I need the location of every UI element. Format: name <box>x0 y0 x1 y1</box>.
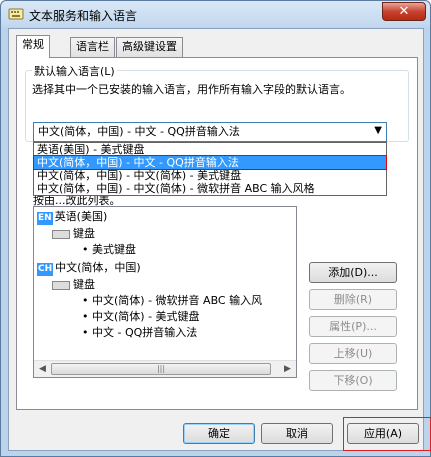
dropdown-option[interactable]: 英语(美国) - 美式键盘 <box>34 143 386 156</box>
highlight-box <box>343 417 431 451</box>
tree-node-label: 中文 - QQ拼音输入法 <box>92 326 198 339</box>
dropdown-option[interactable]: 中文(简体，中国) - 中文(简体) - 微软拼音 ABC 输入风格 <box>34 182 386 195</box>
tab-general[interactable]: 常规 <box>16 35 50 58</box>
tree-bullet: • <box>82 243 92 256</box>
properties-button[interactable]: 属性(P)... <box>309 316 397 337</box>
scroll-left-icon[interactable]: ◀ <box>34 361 51 377</box>
tree-bullet: • <box>82 310 92 323</box>
tab-label: 语言栏 <box>76 40 109 53</box>
installed-services-tree[interactable]: EN 英语(美国) 键盘 • 美式键盘 CH 中文(简体，中国) 键盘 • 中文(简… <box>33 206 297 378</box>
remove-button[interactable]: 删除(R) <box>309 289 397 310</box>
tree-bullet: • <box>82 294 92 307</box>
default-language-label: 默认输入语言(L) <box>32 63 117 79</box>
tree-node-keyboard-group[interactable]: 键盘 <box>52 277 95 293</box>
dropdown-option[interactable]: 中文(简体，中国) - 中文(简体) - 美式键盘 <box>34 169 386 182</box>
tree-node-label: 美式键盘 <box>92 243 136 256</box>
lang-ch-icon: CH <box>37 263 54 276</box>
tree-node-label: 键盘 <box>73 227 95 240</box>
tree-node-label: 中文(简体，中国) <box>55 261 141 274</box>
keyboard-icon <box>52 229 70 239</box>
default-language-select[interactable]: 中文(简体，中国) - 中文 - QQ拼音输入法 ▼ <box>33 122 387 142</box>
default-language-description: 选择其中一个已安装的输入语言，用作所有输入字段的默认语言。 <box>32 83 351 96</box>
add-button[interactable]: 添加(D)... <box>309 262 397 283</box>
lang-en-icon: EN <box>37 212 53 225</box>
tree-node-label: 中文(简体) - 美式键盘 <box>92 310 200 323</box>
move-down-button[interactable]: 下移(O) <box>309 370 397 391</box>
cancel-button[interactable]: 取消 <box>261 423 333 444</box>
tree-node-keyboard-item[interactable]: • 中文(简体) - 美式键盘 <box>82 309 200 325</box>
tree-node-lang-en[interactable]: EN 英语(美国) <box>37 209 107 225</box>
move-up-button[interactable]: 上移(U) <box>309 343 397 364</box>
close-button[interactable]: ✕ <box>382 2 426 21</box>
default-language-dropdown: 英语(美国) - 美式键盘 中文(简体，中国) - 中文 - QQ拼音输入法 中… <box>33 142 387 196</box>
tab-label: 高级键设置 <box>122 40 177 53</box>
horizontal-scrollbar[interactable]: ◀ ||| ▶ <box>34 360 296 377</box>
keyboard-app-icon <box>8 8 24 20</box>
window-title: 文本服务和输入语言 <box>29 9 138 23</box>
tree-node-keyboard-item[interactable]: • 美式键盘 <box>82 242 136 258</box>
tab-advanced-keys[interactable]: 高级键设置 <box>116 37 183 57</box>
tree-node-keyboard-item[interactable]: • 中文(简体) - 微软拼音 ABC 输入风 <box>82 293 262 309</box>
tree-node-keyboard-item[interactable]: • 中文 - QQ拼音输入法 <box>82 325 197 341</box>
tree-bullet: • <box>82 326 92 339</box>
scrollbar-thumb[interactable]: ||| <box>51 363 271 375</box>
tree-node-keyboard-group[interactable]: 键盘 <box>52 226 95 242</box>
tree-node-label: 英语(美国) <box>54 210 108 223</box>
tree-node-label: 键盘 <box>73 278 95 291</box>
tree-node-label: 中文(简体) - 微软拼音 ABC 输入风 <box>92 294 263 307</box>
keyboard-icon <box>52 280 70 290</box>
title-bar[interactable]: 文本服务和输入语言 ✕ <box>1 1 430 27</box>
dropdown-option-selected[interactable]: 中文(简体，中国) - 中文 - QQ拼音输入法 <box>33 155 387 170</box>
tab-language-bar[interactable]: 语言栏 <box>70 37 115 57</box>
dialog-window: 文本服务和输入语言 ✕ 常规 语言栏 高级键设置 默认输入语言(L) 选择其中一… <box>0 0 431 457</box>
ok-button[interactable]: 确定 <box>183 423 255 444</box>
select-value: 中文(简体，中国) - 中文 - QQ拼音输入法 <box>38 125 240 138</box>
chevron-down-icon[interactable]: ▼ <box>374 124 382 138</box>
close-icon: ✕ <box>398 4 410 19</box>
dialog-client: 常规 语言栏 高级键设置 默认输入语言(L) 选择其中一个已安装的输入语言，用作… <box>8 28 431 451</box>
tab-label: 常规 <box>22 38 44 51</box>
scroll-right-icon[interactable]: ▶ <box>279 361 296 377</box>
tree-node-lang-ch[interactable]: CH 中文(简体，中国) <box>37 260 141 276</box>
